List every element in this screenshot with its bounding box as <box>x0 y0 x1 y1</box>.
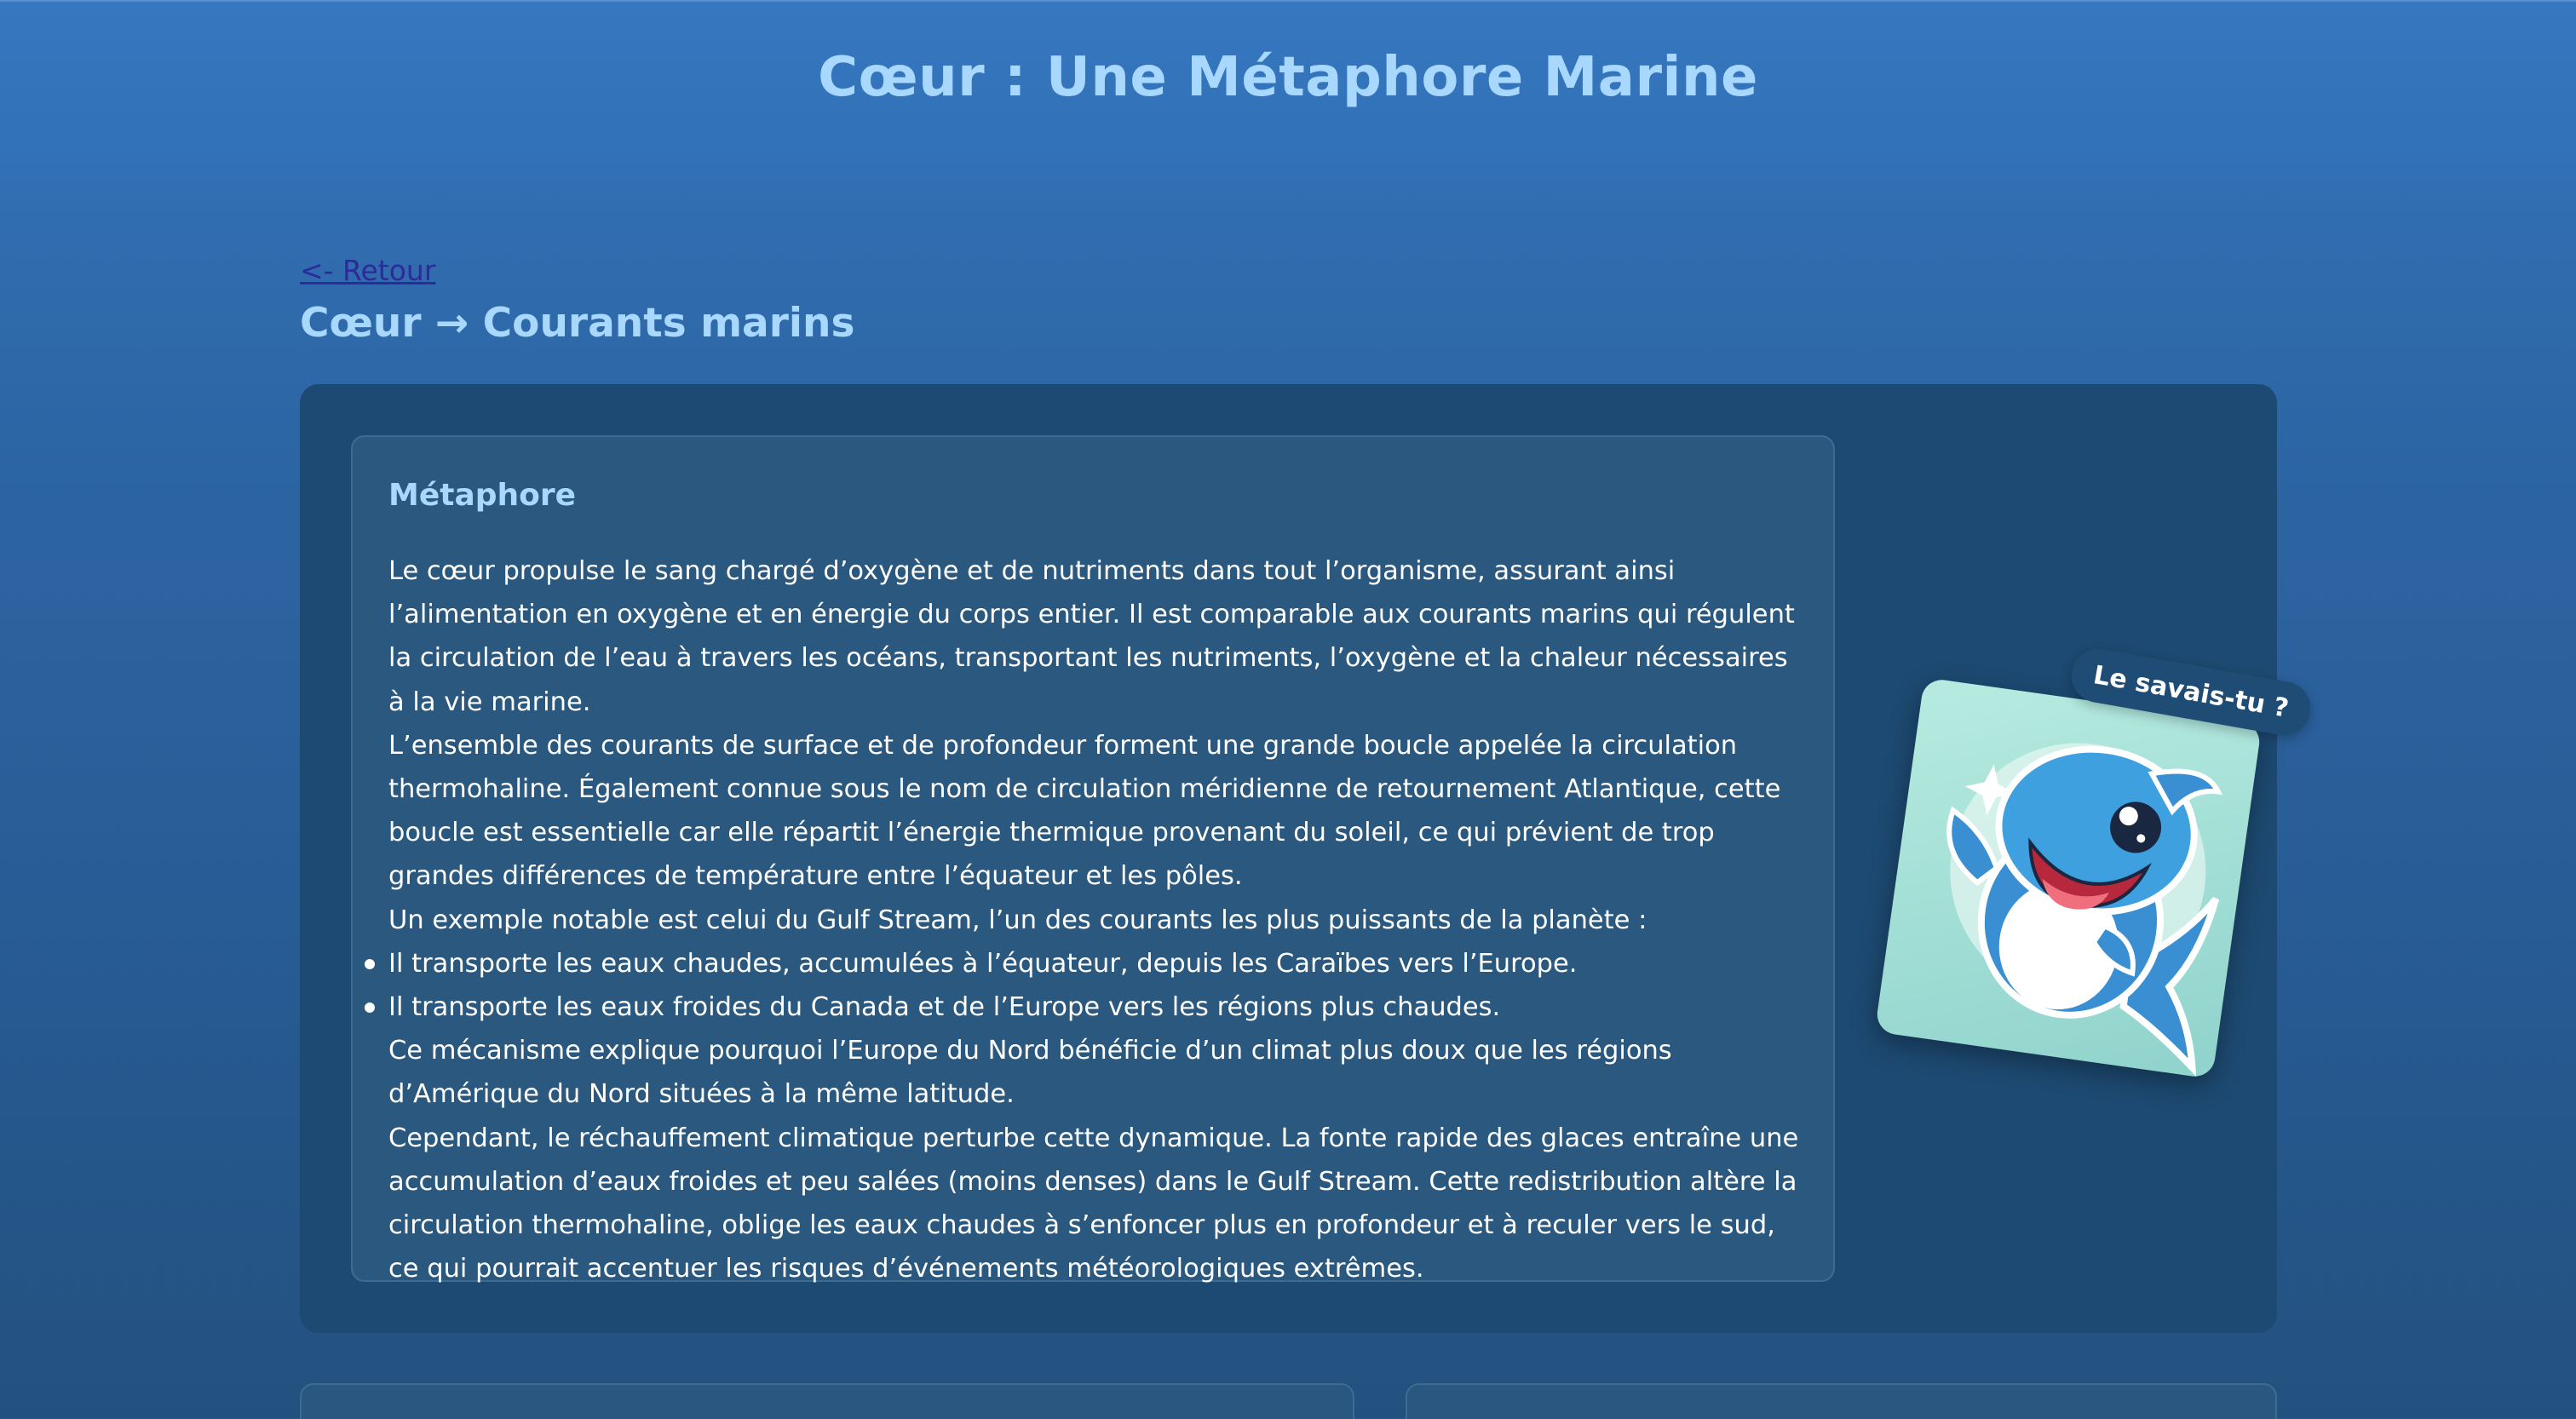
metaphor-card: Métaphore Le cœur propulse le sang charg… <box>351 435 1835 1284</box>
top-header: Cœur : Une Métaphore Marine <box>0 0 2576 181</box>
back-link[interactable]: <- Retour <box>300 254 435 287</box>
lower-card-right <box>1406 1383 2277 1419</box>
metaphor-paragraph: Un exemple notable est celui du Gulf Str… <box>388 905 1647 935</box>
gulf-stream-list: Il transporte les eaux chaudes, accumulé… <box>365 942 1811 1029</box>
list-item: Il transporte les eaux chaudes, accumulé… <box>365 942 1811 985</box>
page-heading: Cœur → Courants marins <box>300 300 855 347</box>
site-title: Cœur : Une Métaphore Marine <box>818 46 1758 109</box>
metaphor-section: Métaphore Le cœur propulse le sang charg… <box>300 384 2315 1333</box>
shark-mascot-icon[interactable] <box>1874 677 2263 1079</box>
metaphor-body: Le cœur propulse le sang chargé d’oxygèn… <box>365 549 1811 1290</box>
metaphor-title: Métaphore <box>388 478 577 513</box>
lower-card-left <box>300 1383 1354 1419</box>
fun-fact-sticker[interactable]: Le savais-tu ? <box>1867 644 2315 1079</box>
list-item: Il transporte les eaux froides du Canada… <box>365 985 1811 1029</box>
metaphor-paragraph: L’ensemble des courants de surface et de… <box>388 730 1781 892</box>
metaphor-paragraph: Cependant, le réchauffement climatique p… <box>388 1123 1799 1284</box>
metaphor-paragraph: Le cœur propulse le sang chargé d’oxygèn… <box>388 556 1795 717</box>
metaphor-paragraph: Ce mécanisme explique pourquoi l’Europe … <box>388 1036 1672 1110</box>
